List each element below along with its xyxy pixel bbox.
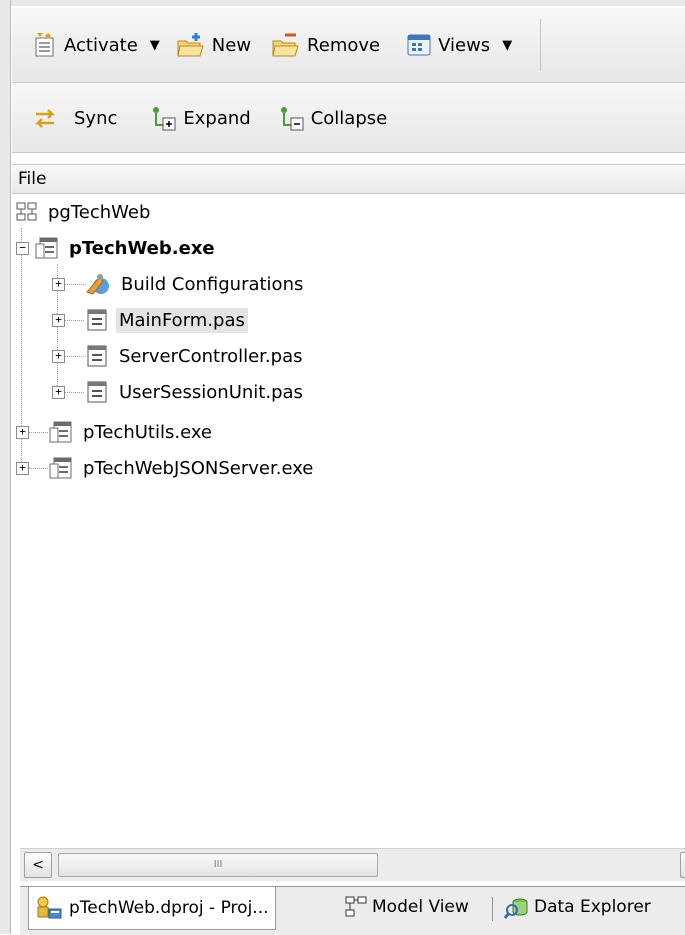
tree-item-usersessionunit[interactable]: + UserSessionUnit.pas	[52, 376, 306, 408]
horizontal-scrollbar[interactable]: < III >	[20, 848, 685, 881]
tab-project-manager[interactable]: pTechWeb.dproj - Proj...	[28, 887, 276, 930]
views-dropdown-arrow[interactable]: ▼	[502, 38, 512, 53]
views-label: Views	[438, 34, 491, 56]
model-view-icon	[345, 896, 367, 917]
remove-button[interactable]: Remove	[265, 27, 386, 63]
tab-model-view[interactable]: Model View	[338, 887, 475, 927]
expand-button[interactable]: Expand	[145, 100, 256, 136]
project-group-icon	[16, 202, 37, 221]
tree-item-label: pTechUtils.exe	[83, 421, 213, 443]
expand-label: Expand	[183, 107, 251, 129]
views-button[interactable]: Views	[400, 27, 496, 63]
tree-item-label: pTechWebJSONServer.exe	[83, 457, 314, 479]
collapse-toggle[interactable]: −	[16, 241, 29, 255]
expand-toggle[interactable]: +	[16, 461, 29, 475]
scrollbar-grip-icon: III	[213, 859, 223, 870]
project-tree[interactable]: pgTechWeb − pTechWeb.exe + Build Configu…	[12, 196, 685, 846]
tree-item-build-configurations[interactable]: + Build Configurations	[52, 268, 306, 300]
secondary-toolbar: Sync Expand Collapse	[12, 84, 685, 153]
view-tabs: pTechWeb.dproj - Proj... Model View Data…	[20, 886, 685, 935]
sync-button[interactable]: Sync	[26, 100, 123, 136]
scroll-left-button[interactable]: <	[24, 852, 52, 878]
new-folder-icon	[177, 33, 204, 57]
collapse-label: Collapse	[310, 107, 388, 129]
build-configurations-icon	[86, 274, 109, 295]
tree-item-servercontroller[interactable]: + ServerController.pas	[52, 340, 305, 372]
tree-item-project-ptechutils[interactable]: + pTechUtils.exe	[16, 416, 215, 448]
expand-toggle[interactable]: +	[52, 277, 65, 291]
expand-toggle[interactable]: +	[52, 349, 65, 363]
tab-separator	[492, 897, 493, 921]
activate-icon	[35, 33, 54, 57]
tree-item-label: UserSessionUnit.pas	[119, 381, 303, 403]
scroll-right-button[interactable]: >	[680, 852, 685, 878]
expand-icon	[153, 107, 176, 131]
collapse-button[interactable]: Collapse	[273, 100, 394, 136]
data-explorer-icon	[504, 898, 528, 919]
expand-toggle[interactable]: +	[52, 385, 65, 399]
window-left-edge	[0, 0, 11, 934]
activate-button[interactable]: Activate	[26, 27, 144, 63]
activate-dropdown-arrow[interactable]: ▼	[150, 38, 160, 53]
tree-item-label: pgTechWeb	[48, 201, 151, 223]
collapse-icon	[280, 107, 304, 131]
tree-item-project-group[interactable]: pgTechWeb	[16, 196, 153, 228]
sync-label: Sync	[74, 107, 118, 129]
expand-toggle[interactable]: +	[16, 425, 29, 439]
remove-label: Remove	[307, 34, 381, 56]
sync-icon	[34, 109, 56, 128]
tab-label: Data Explorer	[534, 897, 651, 917]
tree-item-project-ptechwebjsonserver[interactable]: + pTechWebJSONServer.exe	[16, 452, 316, 484]
activate-label: Activate	[64, 34, 138, 56]
tree-item-label: MainForm.pas	[116, 307, 248, 333]
unit-file-icon	[87, 381, 107, 403]
project-exe-icon	[35, 237, 58, 259]
tree-item-label: pTechWeb.exe	[69, 237, 215, 259]
tree-item-mainform[interactable]: + MainForm.pas	[52, 304, 248, 336]
views-icon	[407, 34, 431, 56]
unit-file-icon	[87, 345, 107, 367]
tree-item-label: Build Configurations	[121, 273, 304, 295]
new-button[interactable]: New	[170, 27, 257, 63]
tab-label: Model View	[372, 897, 469, 917]
unit-file-icon	[87, 309, 107, 331]
remove-folder-icon	[272, 33, 299, 57]
window-top-edge	[0, 0, 685, 6]
project-exe-icon	[49, 421, 72, 443]
project-exe-icon	[49, 457, 72, 479]
tree-item-label: ServerController.pas	[119, 345, 303, 367]
column-header-file[interactable]: File	[12, 164, 685, 194]
scrollbar-thumb[interactable]: III	[58, 853, 378, 877]
main-toolbar: Activate ▼ New Remove Views ▼	[12, 8, 685, 83]
tab-data-explorer[interactable]: Data Explorer	[498, 887, 657, 927]
tree-item-project-ptechweb[interactable]: − pTechWeb.exe	[16, 232, 218, 264]
tab-label: pTechWeb.dproj - Proj...	[69, 898, 269, 918]
toolbar-separator	[540, 19, 542, 71]
expand-toggle[interactable]: +	[52, 313, 65, 327]
new-label: New	[211, 34, 252, 56]
project-manager-icon	[37, 896, 62, 919]
